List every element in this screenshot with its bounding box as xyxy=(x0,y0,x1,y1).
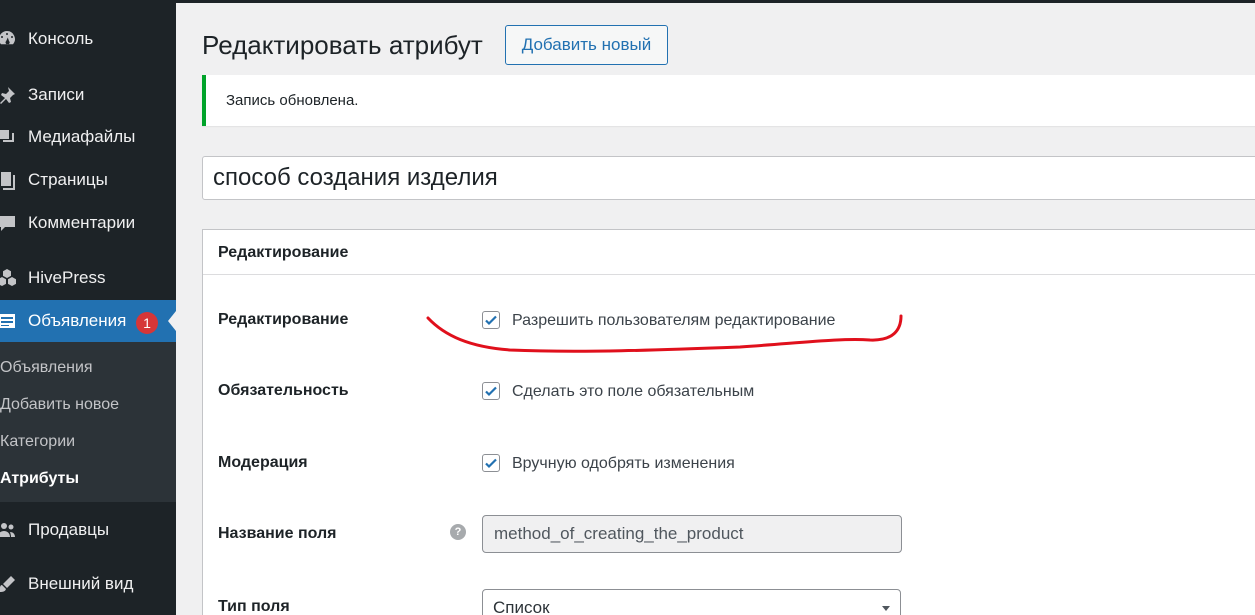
hive-icon xyxy=(0,267,18,289)
listings-submenu: Объявления Добавить новое Категории Атри… xyxy=(0,342,176,502)
menu-label: Объявления xyxy=(28,311,127,330)
submenu-item-attributes[interactable]: Атрибуты xyxy=(0,470,79,488)
row-label-required: Обязательность xyxy=(218,382,349,399)
menu-label: Записи xyxy=(28,85,85,104)
notification-badge: 1 xyxy=(136,312,158,334)
menu-label: Комментарии xyxy=(28,213,136,232)
menu-label: HivePress xyxy=(28,268,106,287)
checkbox-label[interactable]: Вручную одобрять изменения xyxy=(512,455,735,473)
comment-icon xyxy=(0,212,18,234)
add-new-button[interactable]: Добавить новый xyxy=(505,25,668,65)
menu-label: Медиафайлы xyxy=(28,127,136,146)
media-icon xyxy=(0,126,18,148)
listing-icon xyxy=(0,310,18,332)
edit-panel: Редактирование Редактирование Разрешить … xyxy=(202,229,1255,615)
panel-header: Редактирование xyxy=(203,230,1255,275)
checkbox-label[interactable]: Разрешить пользователям редактирование xyxy=(512,312,835,330)
menu-item-listings[interactable]: Объявления 1 xyxy=(0,300,176,342)
active-arrow xyxy=(168,311,176,331)
menu-label: Внешний вид xyxy=(28,574,134,593)
dashboard-icon xyxy=(0,28,18,50)
field-type-select[interactable]: Список xyxy=(482,589,901,615)
checkmark-icon xyxy=(485,458,497,469)
row-label-editing: Редактирование xyxy=(218,311,349,328)
users-icon xyxy=(0,519,18,541)
menu-item-vendors[interactable]: Продавцы xyxy=(0,513,176,547)
checkmark-icon xyxy=(485,386,497,397)
row-label-field-type: Тип поля xyxy=(218,598,290,615)
menu-item-media[interactable]: Медиафайлы xyxy=(0,120,176,154)
menu-item-hivepress[interactable]: HivePress xyxy=(0,261,176,295)
checkmark-icon xyxy=(485,315,497,326)
help-icon[interactable]: ? xyxy=(450,524,466,540)
success-notice: Запись обновлена. xyxy=(202,75,1255,126)
menu-label: Продавцы xyxy=(28,520,110,539)
checkbox-moderation[interactable] xyxy=(482,454,500,472)
menu-item-comments[interactable]: Комментарии xyxy=(0,206,176,240)
checkbox-allow-editing[interactable] xyxy=(482,311,500,329)
menu-label: Страницы xyxy=(28,170,108,189)
select-value: Список xyxy=(493,598,550,615)
menu-item-appearance[interactable]: Внешний вид xyxy=(0,567,176,601)
checkbox-label[interactable]: Сделать это поле обязательным xyxy=(512,383,754,401)
title-input[interactable]: способ создания изделия xyxy=(202,156,1255,200)
chevron-down-icon xyxy=(882,606,890,611)
admin-sidebar: Консоль Записи Медиафайлы Страницы Комме… xyxy=(0,0,176,615)
submenu-item-listings[interactable]: Объявления xyxy=(0,359,93,377)
page-icon xyxy=(0,169,18,191)
admin-bar-edge xyxy=(176,0,1255,3)
menu-item-pages[interactable]: Страницы xyxy=(0,163,176,197)
menu-item-posts[interactable]: Записи xyxy=(0,78,176,112)
pushpin-icon xyxy=(0,84,18,106)
submenu-item-add-new[interactable]: Добавить новое xyxy=(0,396,119,414)
row-label-field-name: Название поля xyxy=(218,525,337,542)
checkbox-required[interactable] xyxy=(482,382,500,400)
page-title: Редактировать атрибут xyxy=(202,30,483,60)
menu-item-console[interactable]: Консоль xyxy=(0,22,176,56)
paintbrush-icon xyxy=(0,573,18,595)
panel-title: Редактирование xyxy=(218,244,349,261)
field-name-input[interactable]: method_of_creating_the_product xyxy=(482,515,902,553)
menu-label: Консоль xyxy=(28,29,94,48)
row-label-moderation: Модерация xyxy=(218,454,308,471)
submenu-item-categories[interactable]: Категории xyxy=(0,433,75,451)
notice-text: Запись обновлена. xyxy=(226,92,359,109)
